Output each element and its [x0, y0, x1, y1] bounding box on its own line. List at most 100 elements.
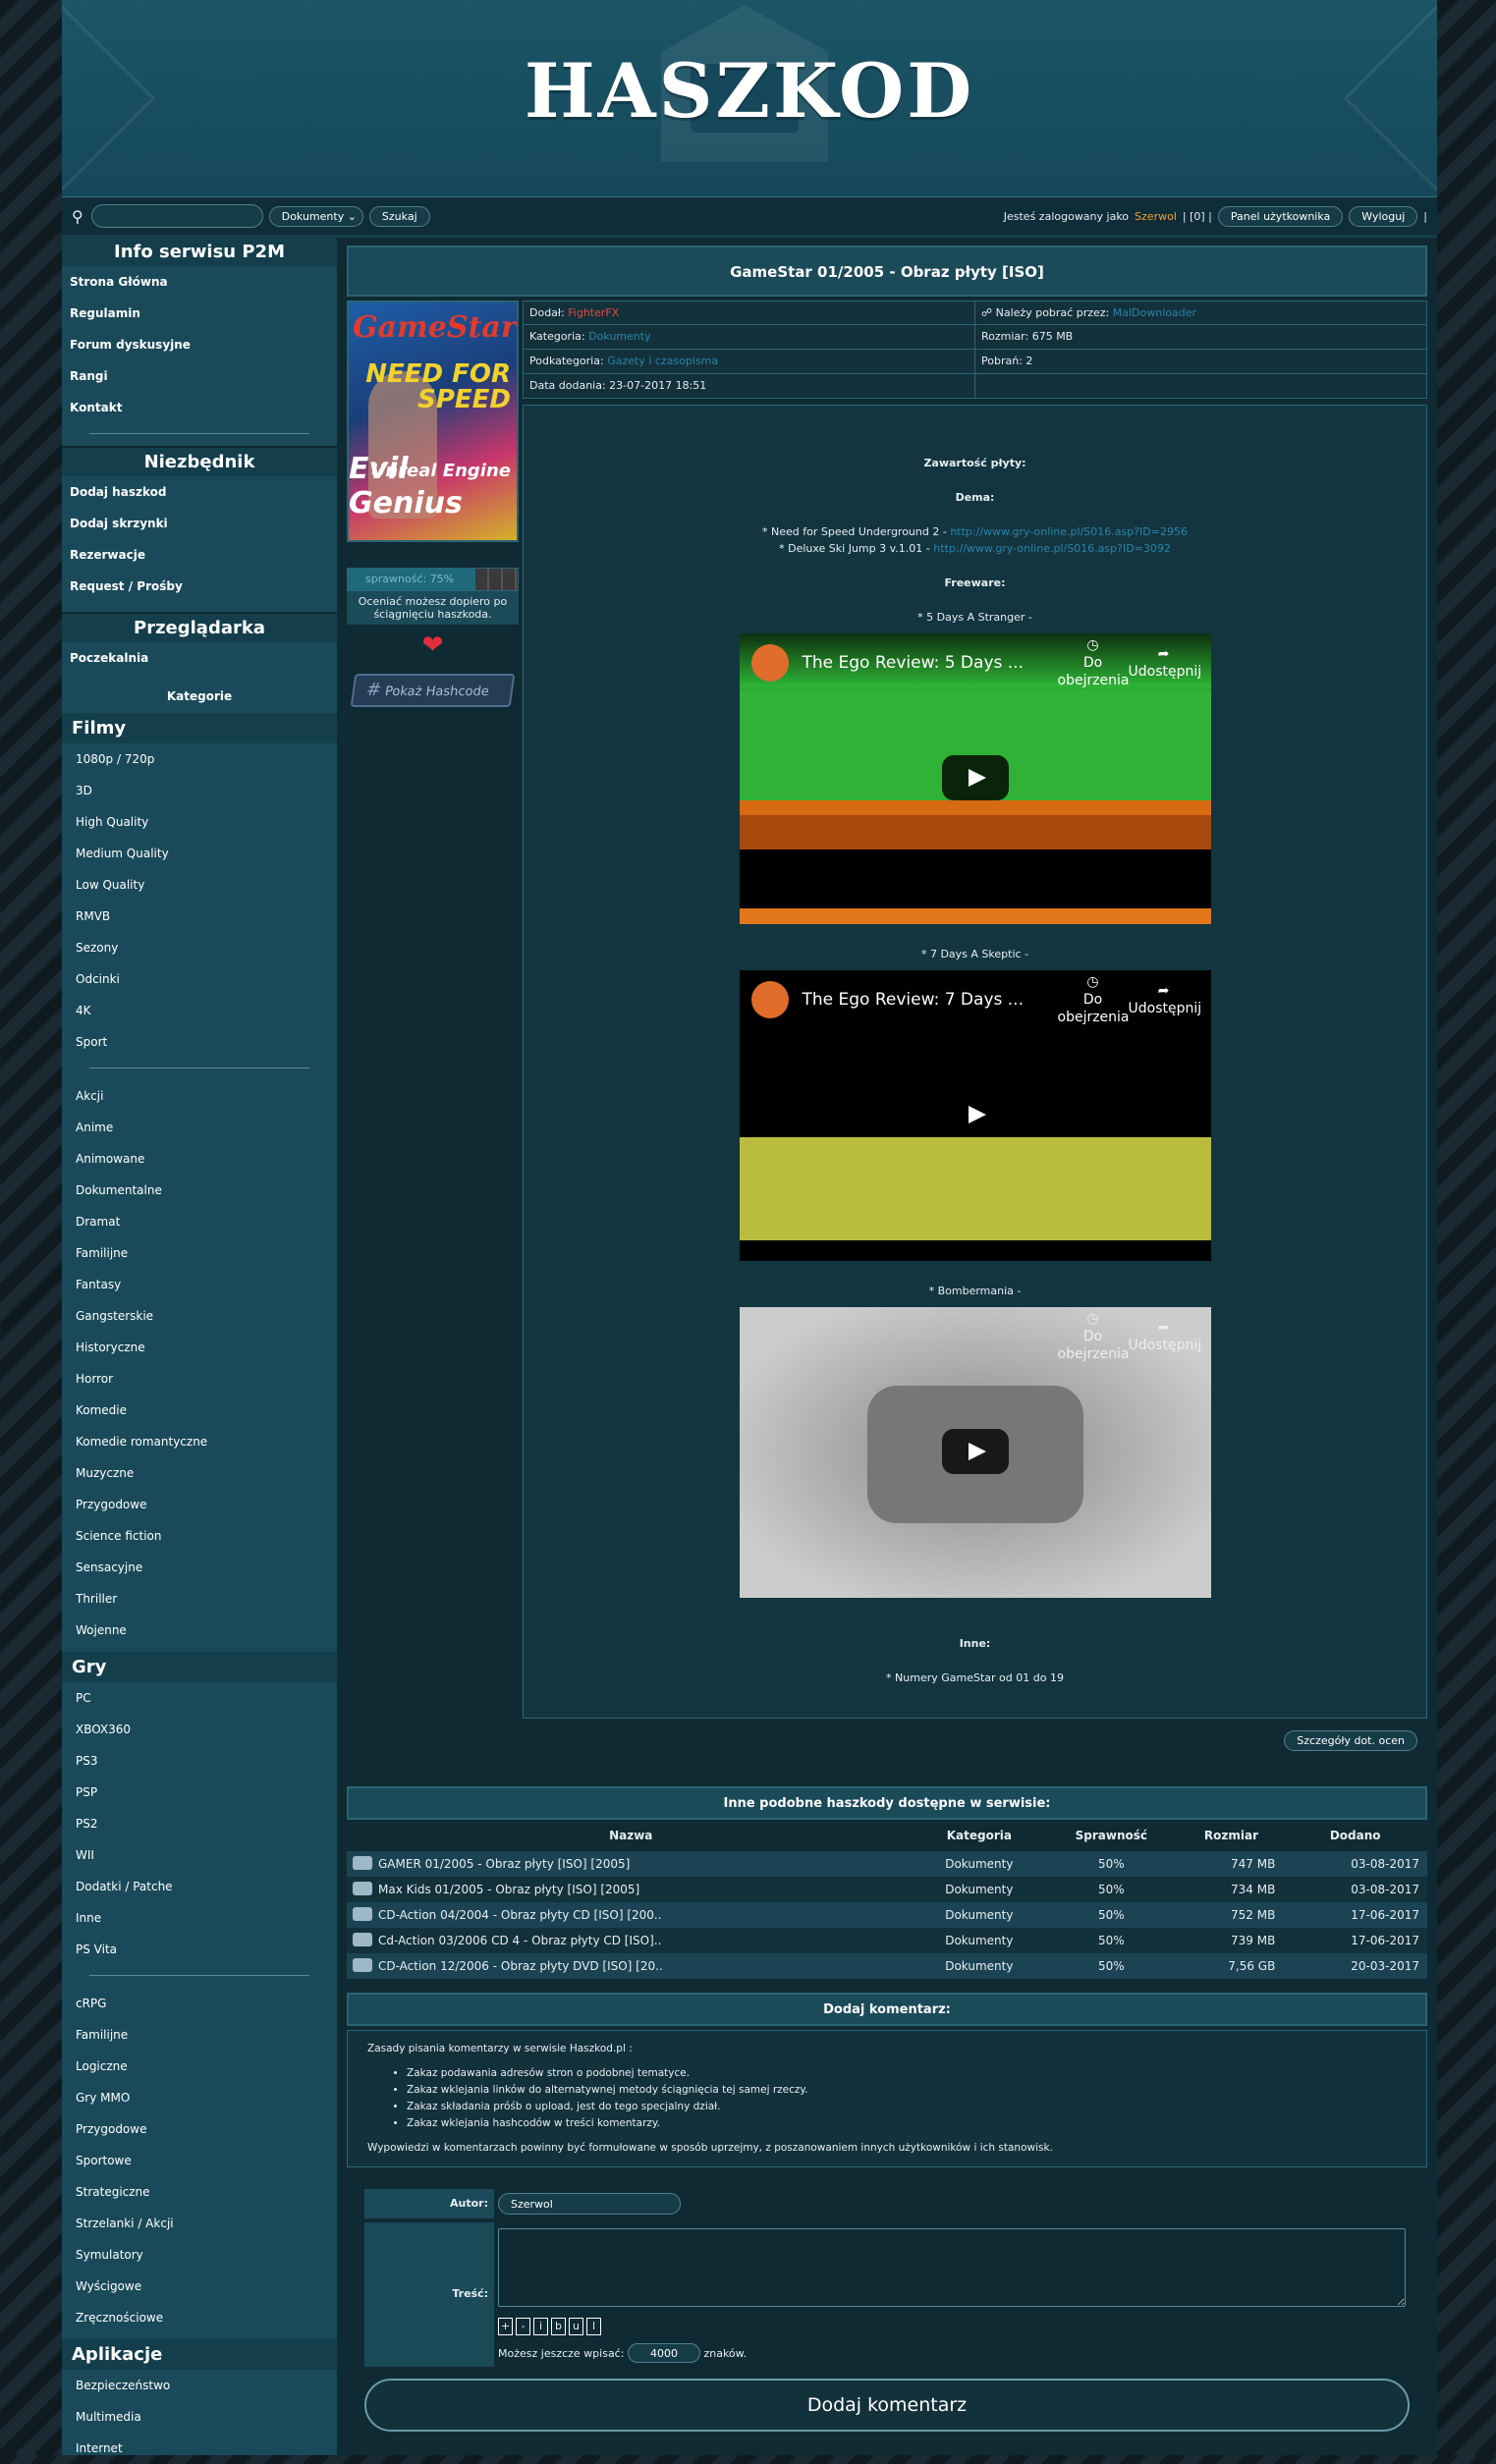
category-link[interactable]: Familijne — [62, 1237, 337, 1269]
sidebar-item[interactable]: Request / Prośby — [62, 571, 337, 602]
category-link[interactable]: cRPG — [62, 1988, 337, 2019]
category-link[interactable]: Logiczne — [62, 2051, 337, 2082]
watch-later-button[interactable]: ◷ Do obejrzenia — [1058, 636, 1130, 689]
message-counter[interactable]: | [0] | — [1183, 210, 1212, 223]
category-link[interactable]: 1080p / 720p — [62, 743, 337, 775]
category-link[interactable]: Muzyczne — [62, 1457, 337, 1489]
username-link[interactable]: Szerwol — [1135, 210, 1177, 223]
category-link[interactable]: Strategiczne — [62, 2176, 337, 2208]
item-name-link[interactable]: GAMER 01/2005 - Obraz płyty [ISO] [2005] — [378, 1851, 915, 1877]
sidebar-item[interactable]: Dodaj skrzynki — [62, 508, 337, 539]
category-link[interactable]: RMVB — [62, 901, 337, 932]
category-link[interactable]: Przygodowe — [62, 1489, 337, 1520]
format-button[interactable]: + — [498, 2318, 513, 2335]
category-link[interactable]: Horror — [62, 1363, 337, 1395]
sidebar-item[interactable]: Strona Główna — [62, 266, 337, 298]
item-name-link[interactable]: CD-Action 12/2006 - Obraz płyty DVD [ISO… — [378, 1953, 915, 1979]
category-select[interactable]: Dokumenty ⌄ — [268, 205, 363, 227]
play-icon[interactable] — [941, 755, 1009, 800]
sidebar-item[interactable]: Dodaj haszkod — [62, 476, 337, 508]
item-name-link[interactable]: Cd-Action 03/2006 CD 4 - Obraz płyty CD … — [378, 1928, 915, 1953]
table-row[interactable]: Max Kids 01/2005 - Obraz płyty [ISO] [20… — [347, 1877, 1427, 1902]
category-group-title[interactable]: Gry — [62, 1652, 337, 1682]
category-link[interactable]: WII — [62, 1839, 337, 1871]
author-field[interactable] — [498, 2193, 681, 2215]
search-icon[interactable]: ⚲ — [72, 207, 83, 226]
sidebar-item[interactable]: Rangi — [62, 360, 337, 392]
category-link[interactable]: Akcji — [62, 1080, 337, 1112]
category-link[interactable]: Multimedia — [62, 2401, 337, 2433]
format-button[interactable]: i — [533, 2318, 548, 2335]
category-link[interactable]: Wojenne — [62, 1615, 337, 1646]
uploader-link[interactable]: FighterFX — [568, 306, 619, 319]
table-row[interactable]: GAMER 01/2005 - Obraz płyty [ISO] [2005]… — [347, 1851, 1427, 1877]
category-link[interactable]: Fantasy — [62, 1269, 337, 1300]
share-button[interactable]: ➦ Udostępnij — [1129, 982, 1202, 1017]
subcategory-link[interactable]: Gazety i czasopisma — [607, 355, 718, 367]
format-button[interactable]: - — [516, 2318, 530, 2335]
video-title[interactable]: The Ego Review: 7 Days ... — [803, 990, 1058, 1010]
channel-avatar[interactable] — [750, 644, 789, 682]
share-button[interactable]: ➦ Udostępnij — [1129, 1319, 1202, 1354]
video-player[interactable]: ◷ Do obejrzenia ➦ Udostępnij — [739, 1307, 1211, 1598]
category-link[interactable]: Odcinki — [62, 963, 337, 995]
category-link[interactable]: PC — [62, 1682, 337, 1714]
category-link[interactable]: Science fiction — [62, 1520, 337, 1552]
video-title[interactable]: The Ego Review: 5 Days ... — [803, 653, 1058, 673]
sidebar-item[interactable]: Regulamin — [62, 298, 337, 329]
category-link[interactable]: Dokumentalne — [62, 1175, 337, 1206]
category-link[interactable]: PSP — [62, 1777, 337, 1808]
demo-link[interactable]: http://www.gry-online.pl/S016.asp?ID=309… — [933, 542, 1171, 555]
category-link[interactable]: Medium Quality — [62, 838, 337, 869]
category-link[interactable]: Inne — [62, 1902, 337, 1934]
table-row[interactable]: Cd-Action 03/2006 CD 4 - Obraz płyty CD … — [347, 1928, 1427, 1953]
category-link[interactable]: Wyścigowe — [62, 2271, 337, 2302]
category-link[interactable]: Przygodowe — [62, 2113, 337, 2145]
rating-details-button[interactable]: Szczegóły dot. ocen — [1284, 1730, 1417, 1751]
logout-button[interactable]: Wyloguj — [1349, 205, 1418, 227]
category-link[interactable]: Sport — [62, 1026, 337, 1058]
category-link[interactable]: Dokumenty — [588, 330, 650, 343]
download-client-link[interactable]: MalDownloader — [1113, 306, 1196, 319]
sidebar-item[interactable]: Forum dyskusyjne — [62, 329, 337, 360]
category-link[interactable]: Internet — [62, 2433, 337, 2464]
table-row[interactable]: CD-Action 04/2004 - Obraz płyty CD [ISO]… — [347, 1902, 1427, 1928]
category-link[interactable]: Sportowe — [62, 2145, 337, 2176]
category-link[interactable]: Anime — [62, 1112, 337, 1143]
comment-textarea[interactable] — [498, 2228, 1406, 2307]
category-link[interactable]: Thriller — [62, 1583, 337, 1615]
search-input[interactable] — [90, 204, 263, 228]
format-button[interactable]: b — [551, 2318, 566, 2335]
category-link[interactable]: Dodatki / Patche — [62, 1871, 337, 1902]
category-link[interactable]: XBOX360 — [62, 1714, 337, 1745]
sidebar-item[interactable]: Poczekalnia — [62, 642, 337, 674]
category-group-title[interactable]: Filmy — [62, 713, 337, 743]
category-link[interactable]: Sensacyjne — [62, 1552, 337, 1583]
sidebar-item[interactable]: Kontakt — [62, 392, 337, 423]
category-link[interactable]: Animowane — [62, 1143, 337, 1175]
category-link[interactable]: PS Vita — [62, 1934, 337, 1965]
category-link[interactable]: Gry MMO — [62, 2082, 337, 2113]
play-icon[interactable] — [941, 1092, 1009, 1137]
sidebar-item[interactable]: Rezerwacje — [62, 539, 337, 571]
category-link[interactable]: Dramat — [62, 1206, 337, 1237]
category-link[interactable]: Komedie — [62, 1395, 337, 1426]
watch-later-button[interactable]: ◷ Do obejrzenia — [1058, 973, 1130, 1026]
category-link[interactable]: Historyczne — [62, 1332, 337, 1363]
share-button[interactable]: ➦ Udostępnij — [1129, 645, 1202, 681]
category-link[interactable]: PS3 — [62, 1745, 337, 1777]
category-link[interactable]: PS2 — [62, 1808, 337, 1839]
format-button[interactable]: u — [569, 2318, 583, 2335]
category-link[interactable]: Strzelanki / Akcji — [62, 2208, 337, 2239]
video-player[interactable]: The Ego Review: 7 Days ... ◷ Do obejrzenia… — [739, 970, 1211, 1261]
video-player[interactable]: The Ego Review: 5 Days ... ◷ Do obejrzenia… — [739, 633, 1211, 924]
format-button[interactable]: l — [586, 2318, 601, 2335]
item-name-link[interactable]: Max Kids 01/2005 - Obraz płyty [ISO] [20… — [378, 1877, 915, 1902]
category-link[interactable]: Komedie romantyczne — [62, 1426, 337, 1457]
show-hashcode-button[interactable]: # Pokaż Hashcode — [350, 674, 516, 707]
category-group-title[interactable]: Aplikacje — [62, 2339, 337, 2370]
category-link[interactable]: 3D — [62, 775, 337, 806]
category-link[interactable]: Symulatory — [62, 2239, 337, 2271]
add-comment-button[interactable]: Dodaj komentarz — [364, 2379, 1410, 2432]
search-button[interactable]: Szukaj — [368, 205, 430, 227]
